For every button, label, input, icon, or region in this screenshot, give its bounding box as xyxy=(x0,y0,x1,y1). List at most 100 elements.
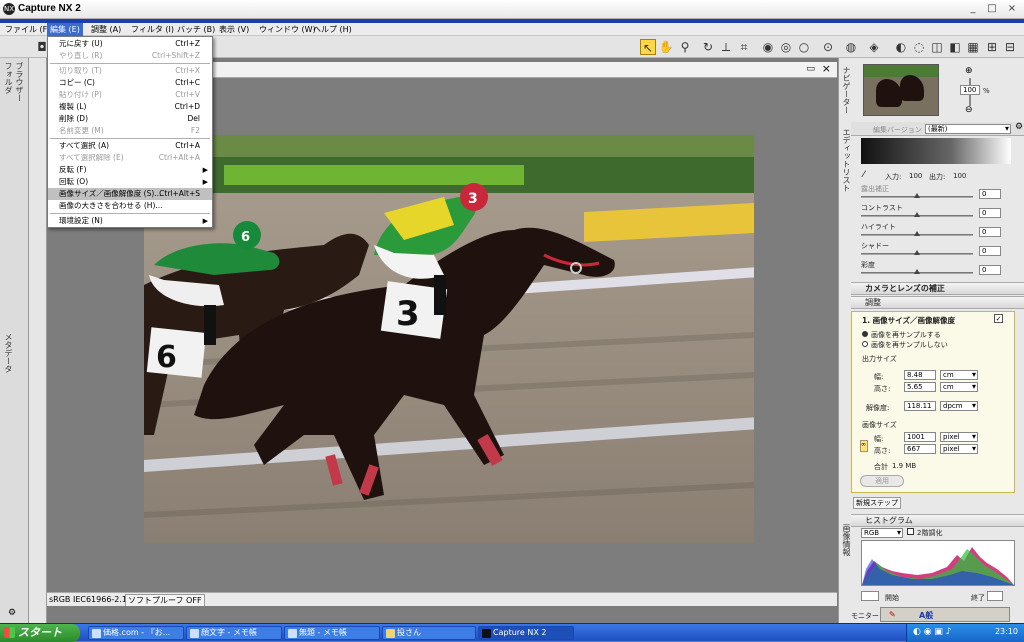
task-browser[interactable]: 価格.com - 『お... xyxy=(88,626,184,640)
edit-menu-item[interactable]: やり直し (R) Ctrl+Shift+Z xyxy=(48,50,212,62)
menu-view[interactable]: 表示 (V) xyxy=(216,23,252,36)
zoom-in-icon[interactable]: ⊕ xyxy=(965,66,973,76)
ime-mode[interactable]: A般 xyxy=(919,610,933,621)
task-notepad-2[interactable]: 無題 - メモ帳 xyxy=(284,626,380,640)
adjust-section[interactable]: 調整 xyxy=(851,296,1024,309)
marquee-icon[interactable]: ◫ xyxy=(929,39,945,55)
edit-menu-item[interactable]: 名前変更 (M) F2 xyxy=(48,125,212,137)
apply-button[interactable]: 適用 xyxy=(860,475,904,487)
options-gear-icon[interactable]: ⚙ xyxy=(1015,122,1023,132)
px-height-unit-select[interactable]: pixel xyxy=(940,444,978,454)
tag-icon[interactable]: ◈ xyxy=(866,39,882,55)
chain-link-icon[interactable]: ∞ xyxy=(860,440,868,452)
task-folder[interactable]: 投さん xyxy=(382,626,476,640)
px-width-unit-select[interactable]: pixel xyxy=(940,432,978,442)
shadow-field[interactable]: 0 xyxy=(979,246,1001,256)
arrow-tool-icon[interactable]: ↖ xyxy=(640,39,656,55)
histogram-section[interactable]: ヒストグラム xyxy=(851,514,1024,527)
image-info-tab[interactable]: 画像情報 xyxy=(841,524,852,556)
doc-close-button[interactable]: × xyxy=(822,62,831,75)
selection-brush-icon[interactable]: ◐ xyxy=(893,39,909,55)
highlight-slider[interactable] xyxy=(861,231,973,236)
zoom-tool-icon[interactable]: ⚲ xyxy=(677,39,693,55)
ime-language-bar[interactable]: A般 ✎ xyxy=(880,607,1010,622)
navigator-tab[interactable]: ナビゲーター xyxy=(841,66,852,114)
histogram-channel-select[interactable]: RGB xyxy=(861,528,903,538)
gradient-icon[interactable]: ▦ xyxy=(965,39,981,55)
control-point-white-icon[interactable]: ○ xyxy=(796,39,812,55)
edit-menu-item[interactable]: 貼り付け (P) Ctrl+V xyxy=(48,89,212,101)
lasso-icon[interactable]: ◌ xyxy=(911,39,927,55)
shadow-slider[interactable] xyxy=(861,250,973,255)
settings-gear-icon[interactable]: ⚙ xyxy=(8,608,16,618)
task-notepad-1[interactable]: 顔文字 - メモ帳 xyxy=(186,626,282,640)
edit-menu-item[interactable]: コピー (C) Ctrl+C xyxy=(48,77,212,89)
exposure-slider[interactable] xyxy=(861,193,973,198)
close-button[interactable]: × xyxy=(1005,2,1019,16)
contrast-field[interactable]: 0 xyxy=(979,208,1001,218)
fill-icon[interactable]: ◧ xyxy=(947,39,963,55)
metadata-panel-tab[interactable]: メタデータ xyxy=(3,333,14,373)
folder-panel-tab[interactable]: フォルダ xyxy=(3,62,14,94)
minimize-button[interactable]: _ xyxy=(966,2,980,16)
edit-menu-item[interactable]: 画像の大きさを合わせる (H)... xyxy=(48,200,212,212)
zoom-out-icon[interactable]: ⊖ xyxy=(965,105,973,115)
lens-correction-section[interactable]: カメラとレンズの補正 xyxy=(851,282,1024,295)
eye-icon[interactable]: ◍ xyxy=(843,39,859,55)
redeye-icon[interactable]: ⊙ xyxy=(820,39,836,55)
px-height-field[interactable]: 667 xyxy=(904,444,936,454)
height-unit-select[interactable]: cm xyxy=(940,382,978,392)
resolution-unit-select[interactable]: dpcm xyxy=(940,401,978,411)
menu-edit[interactable]: 編集 (E) xyxy=(47,23,83,36)
exposure-field[interactable]: 0 xyxy=(979,189,1001,199)
height-field[interactable]: 5.65 xyxy=(904,382,936,392)
navigator-thumbnail[interactable] xyxy=(863,64,939,116)
layout-icon[interactable]: ⊟ xyxy=(1002,39,1018,55)
grid-icon[interactable]: ⊞ xyxy=(984,39,1000,55)
edit-menu-item[interactable]: 複製 (L) Ctrl+D xyxy=(48,101,212,113)
contrast-slider[interactable] xyxy=(861,212,973,217)
horse-racing-photo[interactable]: 3 6 3 6 xyxy=(144,135,754,543)
start-button[interactable]: スタート xyxy=(0,624,80,642)
levels-curve-preview[interactable] xyxy=(861,138,1011,164)
monitor-section[interactable]: モニター xyxy=(851,611,879,621)
step-enable-checkbox[interactable]: ✓ xyxy=(994,314,1003,323)
edit-menu-item[interactable]: 回転 (O) ▶ xyxy=(48,176,212,188)
menu-filter[interactable]: フィルタ (I) xyxy=(128,23,177,36)
menu-batch[interactable]: バッチ (B) xyxy=(174,23,218,36)
maximize-button[interactable]: □ xyxy=(985,2,999,16)
control-point-black-icon[interactable]: ◉ xyxy=(760,39,776,55)
px-width-field[interactable]: 1001 xyxy=(904,432,936,442)
saturation-slider[interactable] xyxy=(861,269,973,274)
width-unit-select[interactable]: cm xyxy=(940,370,978,380)
eyedropper-icon[interactable]: ⁄ xyxy=(863,170,865,180)
tray-icons[interactable]: ◐ ◉ ▣ ♪ xyxy=(913,627,952,637)
crop-icon[interactable]: ⌗ xyxy=(736,39,752,55)
menu-file[interactable]: ファイル (F) xyxy=(2,23,53,36)
resolution-field[interactable]: 118.11 xyxy=(904,401,936,411)
edit-menu-item[interactable]: 削除 (D) Del xyxy=(48,113,212,125)
doc-minimize-button[interactable]: ▭ xyxy=(806,64,815,74)
resample-on-radio[interactable]: 画像を再サンプルする xyxy=(862,330,941,340)
highlight-field[interactable]: 0 xyxy=(979,227,1001,237)
browser-panel-tab[interactable]: ブラウザー xyxy=(14,62,25,102)
edit-menu-item[interactable]: すべて選択解除 (E) Ctrl+Alt+A xyxy=(48,152,212,164)
saturation-field[interactable]: 0 xyxy=(979,265,1001,275)
hand-tool-icon[interactable]: ✋ xyxy=(658,39,674,55)
new-step-button[interactable]: 新規ステップ xyxy=(853,497,901,509)
zoom-field[interactable]: 100 xyxy=(960,85,980,95)
edit-list-tab[interactable]: エディットリスト xyxy=(841,128,852,192)
edit-menu-item[interactable]: 反転 (F) ▶ xyxy=(48,164,212,176)
edit-version-select[interactable]: (最新) xyxy=(925,124,1011,134)
rotate-icon[interactable]: ↻ xyxy=(700,39,716,55)
edit-menu-item[interactable]: 環境設定 (N) ▶ xyxy=(48,215,212,227)
control-point-neutral-icon[interactable]: ◎ xyxy=(778,39,794,55)
edit-menu-item[interactable]: 切り取り (T) Ctrl+X xyxy=(48,65,212,77)
menu-help[interactable]: ヘルプ (H) xyxy=(310,23,355,36)
resample-off-radio[interactable]: 画像を再サンプルしない xyxy=(862,340,948,350)
straighten-icon[interactable]: ⟂ xyxy=(718,39,734,55)
two-level-checkbox[interactable]: 2階調化 xyxy=(907,528,942,538)
edit-menu-item[interactable]: 画像サイズ／画像解像度 (S)... Ctrl+Alt+S xyxy=(48,188,212,200)
histogram-end-field[interactable] xyxy=(987,591,1003,601)
menu-adjust[interactable]: 調整 (A) xyxy=(88,23,124,36)
